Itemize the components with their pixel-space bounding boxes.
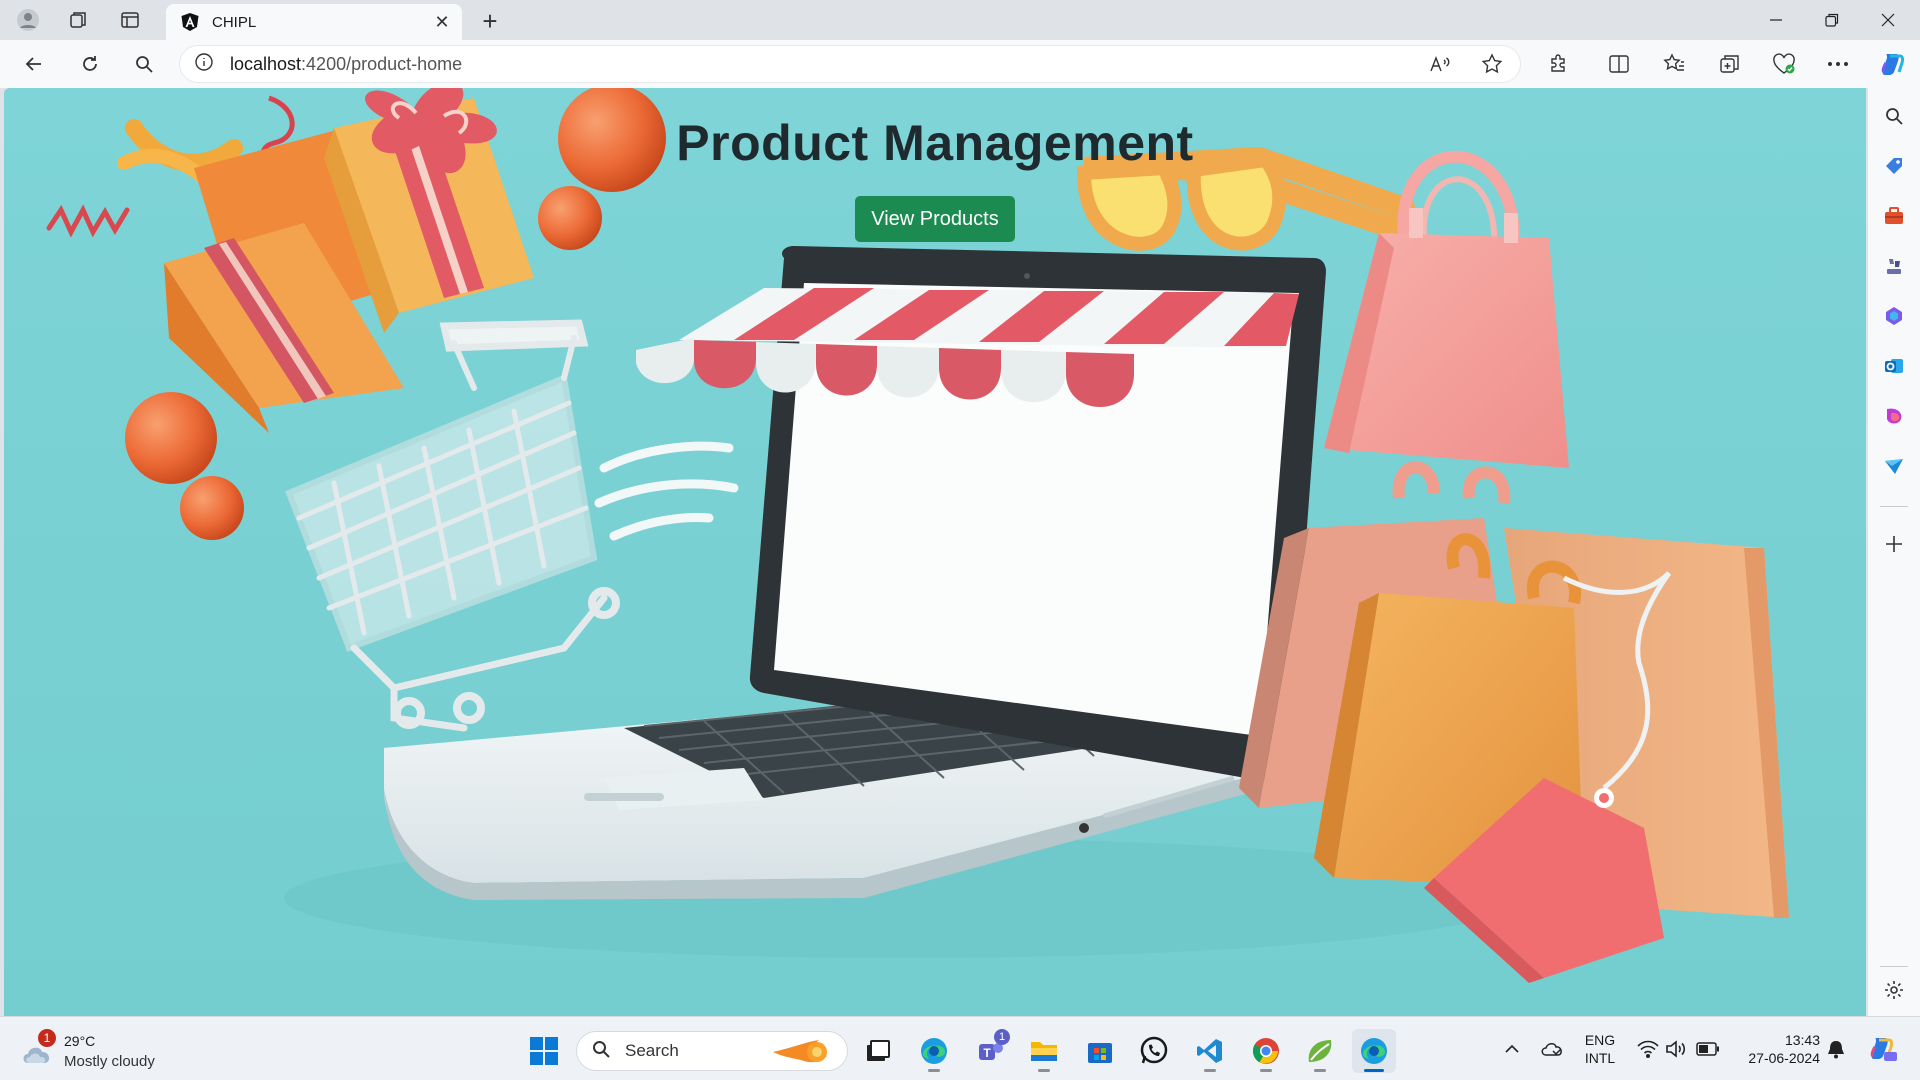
angular-logo-icon <box>180 12 200 32</box>
minimize-button[interactable] <box>1748 0 1804 40</box>
tools-icon[interactable] <box>1878 200 1910 232</box>
svg-text:T: T <box>983 1046 991 1060</box>
favorites-icon[interactable] <box>1654 46 1694 82</box>
windows-taskbar: 1 29°C Mostly cloudy Search T 1 ENG INTL… <box>0 1016 1920 1080</box>
edge-sidebar <box>1868 88 1920 1016</box>
shopping-tag-icon[interactable] <box>1878 150 1910 182</box>
settings-gear-icon[interactable] <box>1878 974 1910 1006</box>
taskbar-search[interactable]: Search <box>576 1031 848 1071</box>
read-aloud-icon[interactable] <box>1420 46 1460 82</box>
start-button[interactable] <box>522 1029 566 1073</box>
wifi-icon[interactable] <box>1636 1037 1660 1061</box>
favorite-star-icon[interactable] <box>1472 46 1512 82</box>
running-indicator <box>1260 1069 1272 1072</box>
search-icon[interactable] <box>1878 100 1910 132</box>
site-info-icon[interactable] <box>194 52 214 77</box>
edge-dev-icon[interactable] <box>1352 1029 1396 1073</box>
vscode-icon[interactable] <box>1188 1029 1232 1073</box>
volume-icon[interactable] <box>1664 1037 1688 1061</box>
copilot-icon[interactable] <box>1872 46 1912 82</box>
browser-toolbar: localhost:4200/product-home <box>0 40 1920 88</box>
search-highlight-icon <box>771 1036 833 1073</box>
collections-icon[interactable] <box>1710 46 1750 82</box>
new-tab-button[interactable]: + <box>472 6 508 36</box>
notification-bell-icon[interactable] <box>1824 1037 1848 1061</box>
browser-essentials-icon[interactable] <box>1764 46 1804 82</box>
profile-icon[interactable] <box>8 4 48 36</box>
running-indicator <box>928 1069 940 1072</box>
designer-icon[interactable] <box>1878 400 1910 432</box>
teams-badge: 1 <box>994 1029 1010 1045</box>
view-products-button[interactable]: View Products <box>855 196 1015 242</box>
tab-actions-icon[interactable] <box>110 4 150 36</box>
split-screen-icon[interactable] <box>1599 46 1639 82</box>
orange-ball <box>125 392 217 484</box>
send-icon[interactable] <box>1878 450 1910 482</box>
search-icon <box>591 1039 611 1064</box>
sidebar-divider <box>1880 506 1908 507</box>
orange-ball <box>538 186 602 250</box>
clock[interactable]: 13:43 27-06-2024 <box>1730 1031 1820 1067</box>
language-code: ENG <box>1584 1032 1616 1048</box>
add-icon[interactable] <box>1878 528 1910 560</box>
weather-description: Mostly cloudy <box>64 1053 155 1070</box>
page-title: Product Management <box>676 115 1194 171</box>
games-icon[interactable] <box>1878 250 1910 282</box>
running-indicator <box>1038 1069 1050 1072</box>
copilot-taskbar-icon[interactable] <box>1866 1037 1898 1061</box>
restore-button[interactable] <box>1804 0 1860 40</box>
more-options-icon[interactable] <box>1818 46 1858 82</box>
chrome-icon[interactable] <box>1244 1029 1288 1073</box>
microsoft-store-icon[interactable] <box>1078 1029 1122 1073</box>
task-view-icon[interactable] <box>856 1029 900 1073</box>
tab-title: CHIPL <box>212 13 257 31</box>
extensions-icon[interactable] <box>1538 46 1578 82</box>
url-path: :4200/product-home <box>301 53 463 74</box>
running-indicator <box>1364 1069 1384 1072</box>
chevron-up-icon[interactable] <box>1500 1037 1524 1061</box>
weather-temperature: 29°C <box>64 1033 96 1049</box>
spring-tool-icon[interactable] <box>1298 1029 1342 1073</box>
language-indicator[interactable]: ENG INTL <box>1578 1031 1622 1067</box>
orange-ball <box>180 476 244 540</box>
page-viewport: Product Management View Products <box>4 88 1866 1016</box>
running-indicator <box>1204 1069 1216 1072</box>
running-indicator <box>1314 1069 1326 1072</box>
browser-tab[interactable]: CHIPL ✕ <box>166 4 462 40</box>
whatsapp-icon[interactable] <box>1132 1029 1176 1073</box>
weather-alert-badge: 1 <box>38 1029 56 1047</box>
onedrive-icon[interactable] <box>1540 1037 1564 1061</box>
file-explorer-icon[interactable] <box>1022 1029 1066 1073</box>
search-icon[interactable] <box>124 46 164 82</box>
weather-widget[interactable]: 1 29°C Mostly cloudy <box>20 1029 180 1073</box>
clock-time: 13:43 <box>1784 1032 1820 1048</box>
sidebar-divider <box>1880 966 1908 967</box>
close-tab-icon[interactable]: ✕ <box>428 8 456 36</box>
address-bar[interactable]: localhost:4200/product-home <box>180 46 1520 82</box>
refresh-button[interactable] <box>70 46 110 82</box>
taskbar-search-placeholder: Search <box>625 1041 679 1060</box>
browser-titlebar: CHIPL ✕ + <box>0 0 1920 40</box>
microsoft-365-icon[interactable] <box>1878 300 1910 332</box>
keyboard-layout: INTL <box>1584 1050 1616 1066</box>
url-host: localhost <box>230 53 302 74</box>
teams-icon[interactable]: T 1 <box>968 1029 1012 1073</box>
edge-browser-icon[interactable] <box>912 1029 956 1073</box>
back-button[interactable] <box>14 46 54 82</box>
close-window-button[interactable] <box>1860 0 1916 40</box>
workspaces-icon[interactable] <box>58 4 98 36</box>
outlook-icon[interactable] <box>1878 350 1910 382</box>
clock-date: 27-06-2024 <box>1748 1050 1820 1066</box>
battery-icon[interactable] <box>1696 1037 1720 1061</box>
